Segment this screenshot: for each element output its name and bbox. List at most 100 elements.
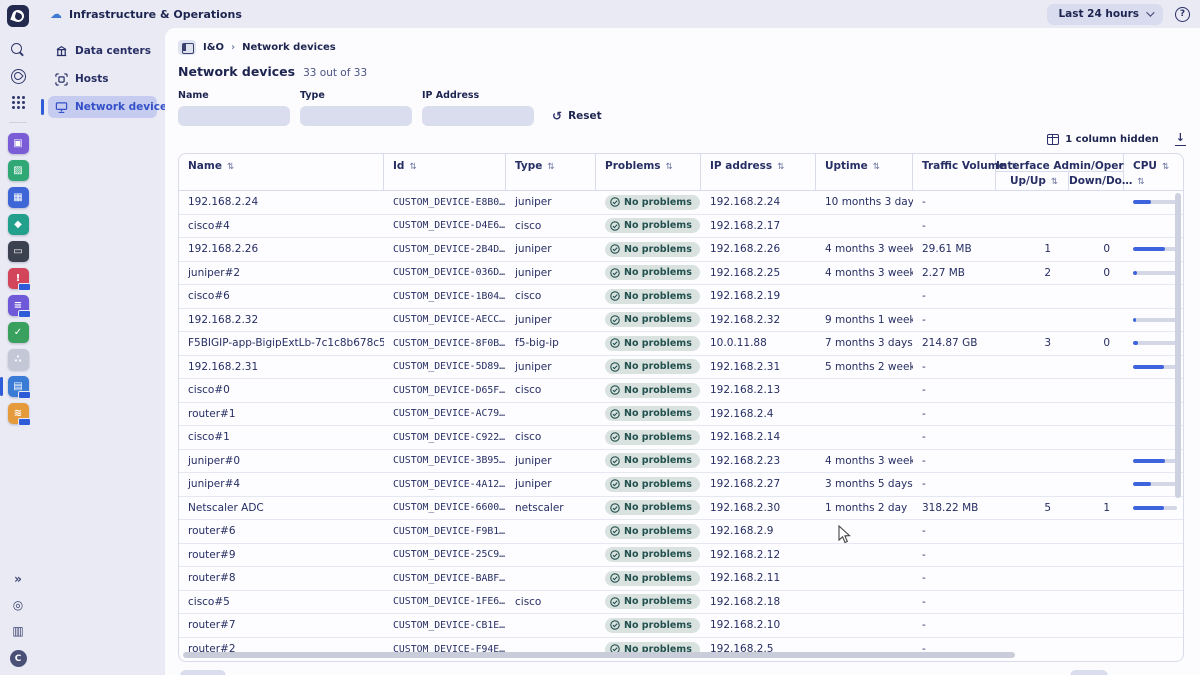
table-row[interactable]: 192.168.2.24 CUSTOM_DEVICE-E8B0… juniper… bbox=[179, 191, 1183, 215]
ip-address: 192.168.2.13 bbox=[710, 384, 780, 396]
app-infra-ops[interactable]: ▤ bbox=[8, 376, 29, 397]
table-row[interactable]: router#7 CUSTOM_DEVICE-CB1E… No problems… bbox=[179, 614, 1183, 638]
apps-grid-icon[interactable] bbox=[9, 93, 27, 111]
check-circle-icon bbox=[610, 456, 620, 466]
app-clouds[interactable]: ▣ bbox=[8, 133, 29, 154]
col-header-ip[interactable]: IP address bbox=[701, 154, 816, 191]
cpu-usage-fill bbox=[1133, 271, 1137, 275]
col-header-type[interactable]: Type bbox=[506, 154, 596, 191]
ip-address: 192.168.2.32 bbox=[710, 314, 780, 326]
col-header-downdo[interactable]: Down/Do… bbox=[1069, 172, 1124, 191]
traffic-volume: - bbox=[922, 478, 926, 490]
reset-label: Reset bbox=[568, 110, 602, 122]
app-synthetic[interactable]: ✓ bbox=[8, 322, 29, 343]
table-row[interactable]: juniper#2 CUSTOM_DEVICE-036D… juniper No… bbox=[179, 262, 1183, 286]
table-row[interactable]: F5BIGIP-app-BigipExtLb-7c1c8b678c5299… C… bbox=[179, 332, 1183, 356]
table-row[interactable]: cisco#1 CUSTOM_DEVICE-C922… cisco No pro… bbox=[179, 426, 1183, 450]
col-header-id[interactable]: Id bbox=[384, 154, 506, 191]
device-type: juniper bbox=[515, 455, 552, 467]
device-id: CUSTOM_DEVICE-1B04… bbox=[393, 291, 505, 302]
search-icon[interactable] bbox=[9, 41, 27, 59]
ip-address: 192.168.2.14 bbox=[710, 431, 780, 443]
device-name: cisco#1 bbox=[188, 431, 230, 443]
table-row[interactable]: router#9 CUSTOM_DEVICE-25C9… No problems… bbox=[179, 544, 1183, 568]
device-id: CUSTOM_DEVICE-BABF… bbox=[393, 573, 505, 584]
col-header-cpu[interactable]: CPU bbox=[1124, 154, 1183, 191]
cpu-usage-bar bbox=[1133, 365, 1177, 369]
table-row[interactable]: cisco#4 CUSTOM_DEVICE-D4E6… cisco No pro… bbox=[179, 215, 1183, 239]
table-row[interactable]: cisco#5 CUSTOM_DEVICE-1FE6… cisco No pro… bbox=[179, 591, 1183, 615]
app-logs[interactable]: ≋ bbox=[8, 403, 29, 424]
dynatrace-logo[interactable] bbox=[7, 5, 29, 27]
table-row[interactable]: router#6 CUSTOM_DEVICE-F9B1… No problems… bbox=[179, 520, 1183, 544]
name-filter-input[interactable] bbox=[178, 106, 290, 126]
col-header-uptime[interactable]: Uptime bbox=[816, 154, 913, 191]
traffic-volume: - bbox=[922, 455, 926, 467]
col-header-traffic[interactable]: Traffic Volume bbox=[913, 154, 996, 191]
rows-per-page-select[interactable]: 20 bbox=[180, 670, 226, 675]
check-circle-icon bbox=[610, 315, 620, 325]
page-select[interactable]: 1 bbox=[1070, 670, 1108, 675]
app-icon: ▤ bbox=[8, 376, 29, 397]
expand-rail-icon[interactable]: » bbox=[9, 570, 27, 588]
app-problems[interactable]: ! bbox=[8, 268, 29, 289]
device-id: CUSTOM_DEVICE-F9B1… bbox=[393, 526, 505, 537]
app-launcher[interactable]: ▦ bbox=[8, 187, 29, 208]
rail-divider bbox=[9, 122, 27, 123]
avatar[interactable]: C bbox=[10, 650, 27, 667]
problems-label: No problems bbox=[624, 244, 692, 255]
col-header-upup[interactable]: Up/Up bbox=[996, 172, 1069, 191]
breadcrumb: I&O › Network devices bbox=[178, 40, 1186, 55]
table-row[interactable]: juniper#0 CUSTOM_DEVICE-3B95… juniper No… bbox=[179, 450, 1183, 474]
interface-up-count: 5 bbox=[1044, 502, 1051, 514]
sidebar-item-label: Data centers bbox=[75, 45, 151, 57]
table-row[interactable]: router#8 CUSTOM_DEVICE-BABF… No problems… bbox=[179, 567, 1183, 591]
app-icon: ▦ bbox=[8, 187, 29, 208]
horizontal-scrollbar[interactable] bbox=[183, 652, 1015, 658]
app-databases[interactable]: ≡ bbox=[8, 295, 29, 316]
vertical-scrollbar[interactable] bbox=[1175, 193, 1181, 498]
app-dashboards[interactable]: ▨ bbox=[8, 160, 29, 181]
type-filter-input[interactable] bbox=[300, 106, 412, 126]
column-visibility-button[interactable]: 1 column hidden bbox=[1047, 134, 1159, 145]
table-row[interactable]: cisco#0 CUSTOM_DEVICE-D65F… cisco No pro… bbox=[179, 379, 1183, 403]
table-row[interactable]: 192.168.2.26 CUSTOM_DEVICE-2B4D… juniper… bbox=[179, 238, 1183, 262]
app-icon: ▣ bbox=[8, 133, 29, 154]
data-centers-icon bbox=[55, 45, 68, 58]
sidebar-item-data-centers[interactable]: Data centers bbox=[48, 40, 157, 62]
device-name: 192.168.2.31 bbox=[188, 361, 258, 373]
table-row[interactable]: 192.168.2.32 CUSTOM_DEVICE-AECC… juniper… bbox=[179, 309, 1183, 333]
app-kubernetes[interactable]: ◆ bbox=[8, 214, 29, 235]
cpu-usage-fill bbox=[1133, 318, 1136, 322]
col-header-problems[interactable]: Problems bbox=[596, 154, 701, 191]
app-services[interactable]: ∴ bbox=[8, 349, 29, 370]
table-row[interactable]: juniper#4 CUSTOM_DEVICE-4A12… juniper No… bbox=[179, 473, 1183, 497]
reset-button[interactable]: ↺ Reset bbox=[552, 106, 602, 126]
result-count: 33 out of 33 bbox=[303, 67, 367, 79]
ip-filter-input[interactable] bbox=[422, 106, 534, 126]
cpu-usage-bar bbox=[1133, 271, 1177, 275]
explore-icon[interactable] bbox=[9, 67, 27, 85]
timeframe-selector[interactable]: Last 24 hours bbox=[1047, 4, 1163, 25]
device-name: 192.168.2.32 bbox=[188, 314, 258, 326]
table-row[interactable]: Netscaler ADC CUSTOM_DEVICE-6600… netsca… bbox=[179, 497, 1183, 521]
table-row[interactable]: 192.168.2.31 CUSTOM_DEVICE-5D89… juniper… bbox=[179, 356, 1183, 380]
ip-address: 192.168.2.24 bbox=[710, 196, 780, 208]
sidebar-item-network-devices[interactable]: Network devices bbox=[48, 96, 157, 118]
sidebar-item-hosts[interactable]: Hosts bbox=[48, 68, 157, 90]
help-icon[interactable] bbox=[1175, 7, 1190, 22]
problems-label: No problems bbox=[624, 314, 692, 325]
breadcrumb-root[interactable]: I&O bbox=[203, 42, 224, 53]
device-id: CUSTOM_DEVICE-D65F… bbox=[393, 385, 505, 396]
ring-icon[interactable]: ◎ bbox=[9, 596, 27, 614]
app-hosts-monitor[interactable]: ▭ bbox=[8, 241, 29, 262]
usage-icon[interactable]: ▥ bbox=[9, 622, 27, 640]
app-icon: ✓ bbox=[8, 322, 29, 343]
download-icon[interactable]: ↓ bbox=[1175, 132, 1186, 146]
table-row[interactable]: router#1 CUSTOM_DEVICE-AC79… No problems… bbox=[179, 403, 1183, 427]
sidebar-item-label: Hosts bbox=[75, 73, 109, 85]
traffic-volume: - bbox=[922, 384, 926, 396]
sidebar-toggle-icon[interactable] bbox=[178, 40, 196, 55]
col-header-name[interactable]: Name bbox=[179, 154, 384, 191]
table-row[interactable]: cisco#6 CUSTOM_DEVICE-1B04… cisco No pro… bbox=[179, 285, 1183, 309]
